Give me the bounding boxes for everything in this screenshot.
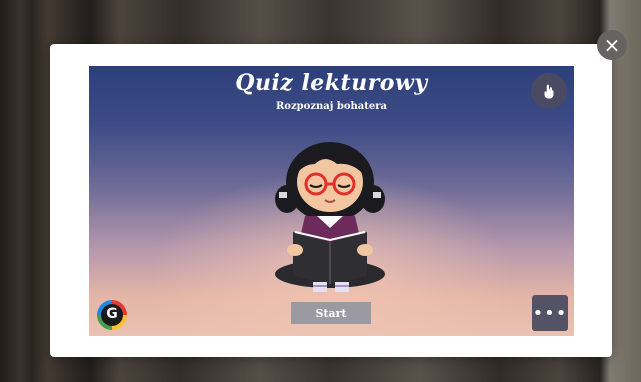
- reading-girl-illustration: [275, 142, 385, 292]
- logo-letter: G: [106, 306, 118, 322]
- quiz-canvas: Quiz lekturowy Rozpoznaj bohatera Start …: [89, 66, 574, 336]
- start-button[interactable]: Start: [291, 302, 371, 324]
- close-icon: ×: [603, 33, 621, 57]
- more-options-button[interactable]: •••: [532, 295, 568, 331]
- quiz-subtitle: Rozpoznaj bohatera: [276, 101, 387, 112]
- quiz-title: Quiz lekturowy: [235, 70, 428, 96]
- close-button[interactable]: ×: [597, 30, 627, 60]
- genially-logo-icon[interactable]: G: [97, 300, 127, 330]
- more-dots-icon: •••: [532, 302, 568, 324]
- touch-hint-button[interactable]: [531, 73, 567, 109]
- hand-touch-icon: [544, 84, 554, 99]
